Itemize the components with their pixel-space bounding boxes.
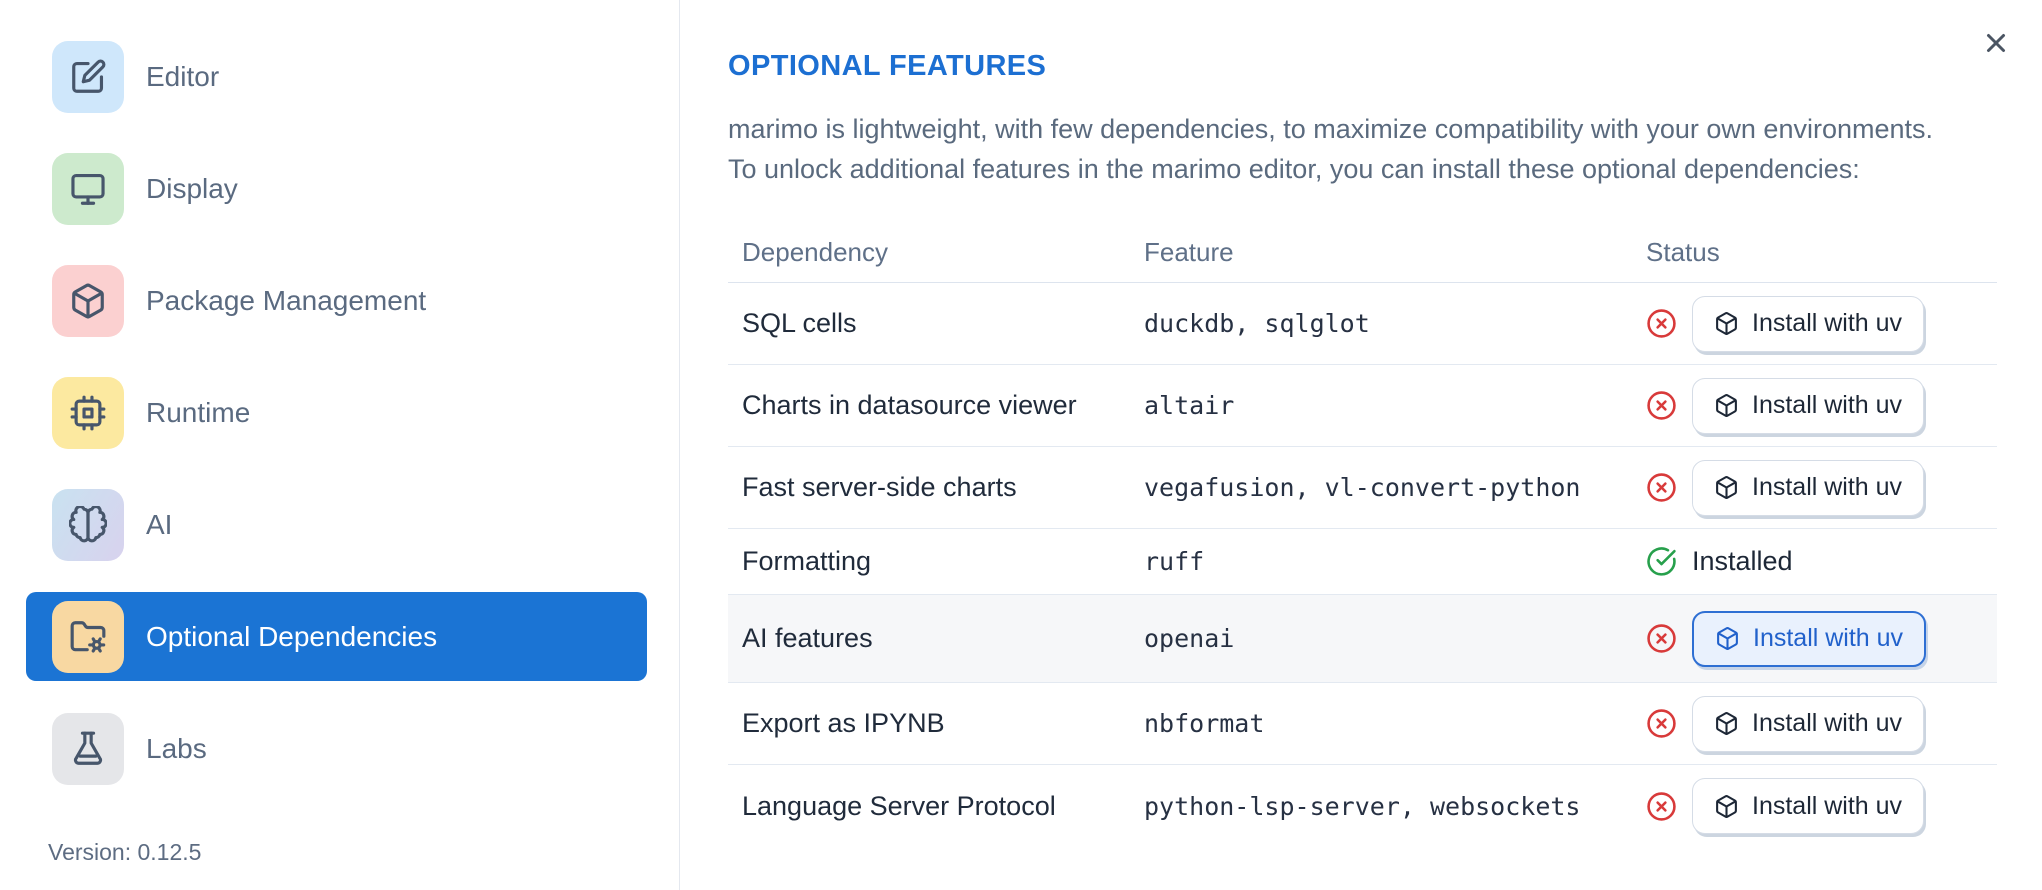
feature-cell: python-lsp-server, websockets <box>1144 791 1581 821</box>
status-installed-icon <box>1646 546 1677 577</box>
dependency-cell: Fast server-side charts <box>742 472 1017 502</box>
package-icon <box>1715 626 1740 651</box>
status-cell: Installed <box>1630 546 1997 577</box>
edit-icon <box>52 40 124 113</box>
install-button-label: Install with uv <box>1752 391 1903 419</box>
feature-cell: ruff <box>1144 547 1205 576</box>
package-icon <box>52 264 124 337</box>
sidebar-item-label: Optional Dependencies <box>146 620 438 652</box>
table-row: SQL cells duckdb, sqlglot Install with u… <box>728 283 1997 365</box>
sidebar-item-runtime[interactable]: Runtime <box>26 368 647 457</box>
optional-dependencies-table: Dependency Feature Status SQL cells duck… <box>728 223 1997 847</box>
sidebar-item-optional-dependencies[interactable]: Optional Dependencies <box>26 592 647 681</box>
settings-sidebar: Editor Display Package Management Runtim… <box>0 0 680 890</box>
header-status: Status <box>1646 237 1720 267</box>
package-icon <box>1714 311 1739 336</box>
panel-title: OPTIONAL FEATURES <box>728 50 1047 82</box>
feature-cell: openai <box>1144 624 1235 653</box>
folder-cog-icon <box>52 600 124 673</box>
package-icon <box>1714 393 1739 418</box>
install-with-uv-button[interactable]: Install with uv <box>1692 778 1925 834</box>
action-slot: Install with uv <box>1692 459 1925 516</box>
install-button-label: Install with uv <box>1752 709 1903 737</box>
dependency-cell: SQL cells <box>742 308 857 338</box>
dependency-cell: Export as IPYNB <box>742 708 945 738</box>
dependency-cell: Language Server Protocol <box>742 790 1056 821</box>
close-button[interactable] <box>1978 26 2014 62</box>
status-missing-icon <box>1646 472 1677 503</box>
action-slot: Install with uv <box>1692 295 1925 352</box>
panel-description-line1: marimo is lightweight, with few dependen… <box>728 114 1934 144</box>
install-with-uv-button[interactable]: Install with uv <box>1692 459 1925 516</box>
table-row: Formatting ruff Installed <box>728 529 1997 595</box>
install-button-label: Install with uv <box>1752 309 1903 337</box>
feature-cell: duckdb, sqlglot <box>1144 309 1370 338</box>
status-cell: Install with uv <box>1630 459 1997 516</box>
sidebar-item-package-management[interactable]: Package Management <box>26 256 647 345</box>
sidebar-item-label: Package Management <box>146 284 427 316</box>
install-with-uv-button[interactable]: Install with uv <box>1692 295 1925 352</box>
version-label: Version: 0.12.5 <box>48 839 202 865</box>
sidebar-item-label: Labs <box>146 732 207 764</box>
install-button-label: Install with uv <box>1753 624 1904 652</box>
feature-cell: altair <box>1144 391 1235 420</box>
feature-cell: vegafusion, vl-convert-python <box>1144 473 1581 502</box>
package-icon <box>1714 794 1739 819</box>
status-cell: Install with uv <box>1630 778 1997 834</box>
status-cell: Install with uv <box>1630 695 1997 752</box>
sidebar-item-editor[interactable]: Editor <box>26 32 647 121</box>
table-row: Charts in datasource viewer altair Insta… <box>728 365 1997 447</box>
install-button-label: Install with uv <box>1752 473 1903 501</box>
status-missing-icon <box>1646 623 1677 654</box>
feature-cell: nbformat <box>1144 709 1265 738</box>
action-slot: Install with uv <box>1692 377 1925 434</box>
table-row: Fast server-side charts vegafusion, vl-c… <box>728 447 1997 529</box>
flask-icon <box>52 712 124 785</box>
sidebar-item-label: AI <box>146 508 173 540</box>
sidebar-item-label: Editor <box>146 60 220 92</box>
table-row: AI features openai Install with uv <box>728 595 1997 683</box>
table-row: Language Server Protocol python-lsp-serv… <box>728 765 1997 847</box>
status-missing-icon <box>1646 390 1677 421</box>
status-cell: Install with uv <box>1630 295 1997 352</box>
optional-features-panel: OPTIONAL FEATURES marimo is lightweight,… <box>680 0 2042 890</box>
install-button-label: Install with uv <box>1752 791 1903 820</box>
table-header-row: Dependency Feature Status <box>728 223 1997 283</box>
close-icon <box>1981 33 2011 61</box>
table-row: Export as IPYNB nbformat Install with uv <box>728 683 1997 765</box>
sidebar-nav: Editor Display Package Management Runtim… <box>26 32 679 793</box>
install-with-uv-button[interactable]: Install with uv <box>1692 610 1927 667</box>
brain-icon <box>52 488 124 561</box>
dependency-cell: Charts in datasource viewer <box>742 390 1077 420</box>
status-missing-icon <box>1646 308 1677 339</box>
action-slot: Install with uv <box>1692 695 1925 752</box>
panel-description-line2: To unlock additional features in the mar… <box>728 154 1860 184</box>
action-slot: Installed <box>1692 546 1793 577</box>
cpu-icon <box>52 376 124 449</box>
installed-status-label: Installed <box>1692 546 1793 576</box>
sidebar-item-label: Display <box>146 172 238 204</box>
status-missing-icon <box>1646 791 1677 822</box>
panel-description: marimo is lightweight, with few dependen… <box>728 109 1997 189</box>
package-icon <box>1714 711 1739 736</box>
dependency-cell: AI features <box>742 623 873 653</box>
dependency-cell: Formatting <box>742 546 872 576</box>
table-body: SQL cells duckdb, sqlglot Install with u… <box>728 283 1997 847</box>
action-slot: Install with uv <box>1692 778 1925 834</box>
status-cell: Install with uv <box>1630 610 1997 667</box>
sidebar-item-display[interactable]: Display <box>26 144 647 233</box>
sidebar-item-ai[interactable]: AI <box>26 480 647 569</box>
action-slot: Install with uv <box>1692 610 1927 667</box>
header-feature: Feature <box>1144 237 1234 267</box>
install-with-uv-button[interactable]: Install with uv <box>1692 695 1925 752</box>
status-missing-icon <box>1646 708 1677 739</box>
install-with-uv-button[interactable]: Install with uv <box>1692 377 1925 434</box>
sidebar-item-label: Runtime <box>146 396 251 428</box>
monitor-icon <box>52 152 124 225</box>
package-icon <box>1714 475 1739 500</box>
sidebar-item-labs[interactable]: Labs <box>26 704 647 793</box>
header-dependency: Dependency <box>742 237 888 267</box>
status-cell: Install with uv <box>1630 377 1997 434</box>
